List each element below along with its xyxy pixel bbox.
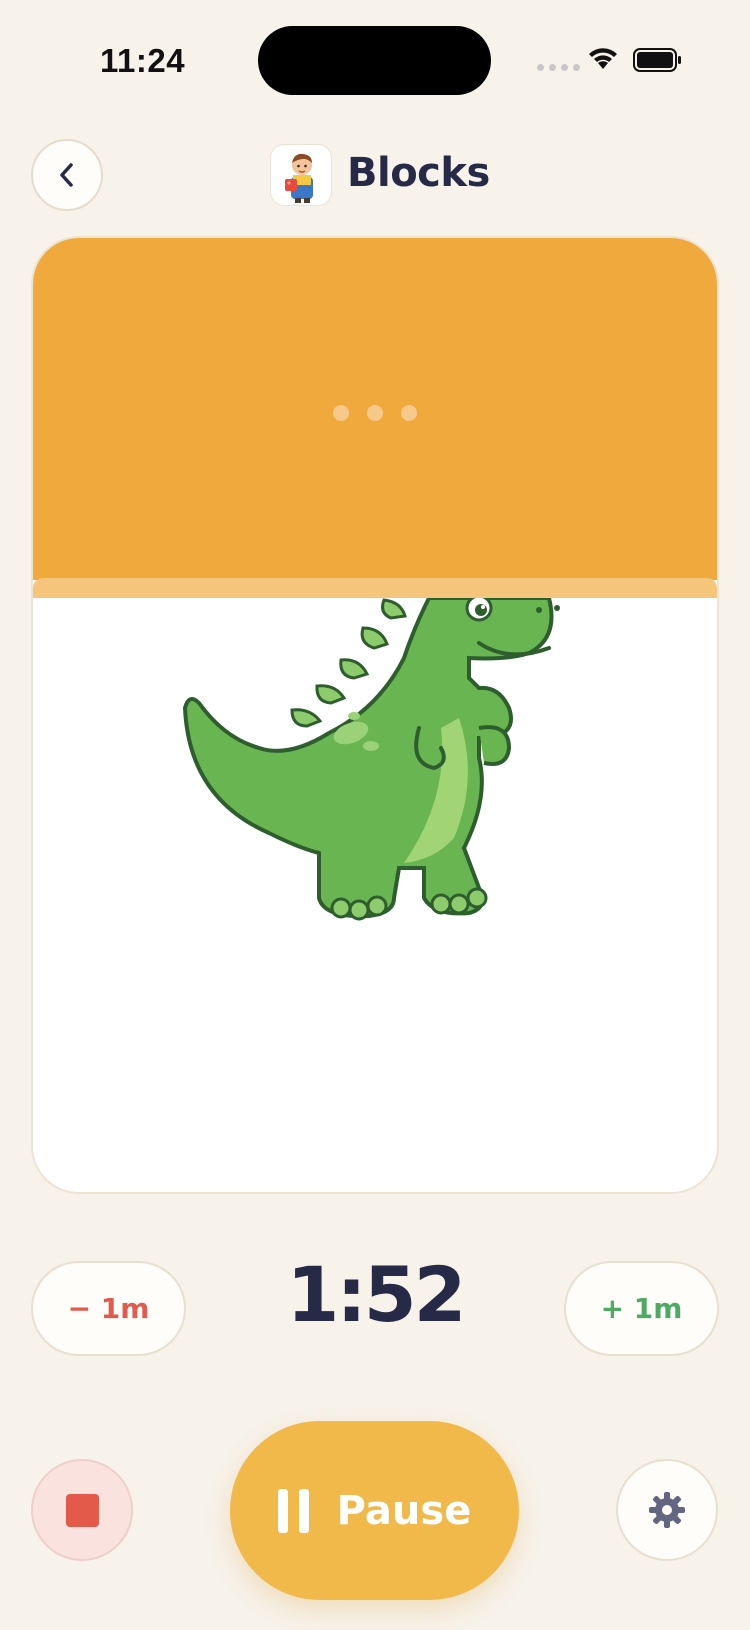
activity-card[interactable] <box>31 236 719 1194</box>
pause-button[interactable]: Pause <box>230 1421 519 1600</box>
wifi-icon <box>589 48 617 69</box>
card-header <box>33 238 717 580</box>
status-time: 11:24 <box>100 42 186 79</box>
page-dots-indicator <box>333 405 417 421</box>
gear-icon <box>649 1492 685 1528</box>
page-title: Blocks <box>347 150 490 196</box>
status-bar: 11:24 <box>0 0 750 120</box>
pause-icon <box>277 1488 309 1533</box>
card-image-area <box>33 598 717 1192</box>
dinosaur-illustration <box>182 598 560 921</box>
chevron-left-icon <box>60 163 73 187</box>
boy-with-block-icon <box>285 153 313 203</box>
card-stripe <box>33 578 717 598</box>
settings-button[interactable] <box>616 1459 718 1561</box>
dynamic-island <box>258 26 491 95</box>
stop-icon <box>65 1493 99 1527</box>
back-button[interactable] <box>31 139 103 211</box>
app-icon <box>270 144 332 206</box>
cellular-signal-icon <box>537 64 580 71</box>
plus-one-minute-button[interactable]: + 1m <box>564 1261 719 1356</box>
stop-button[interactable] <box>31 1459 133 1561</box>
pause-label: Pause <box>336 1487 472 1534</box>
battery-icon <box>633 48 681 72</box>
